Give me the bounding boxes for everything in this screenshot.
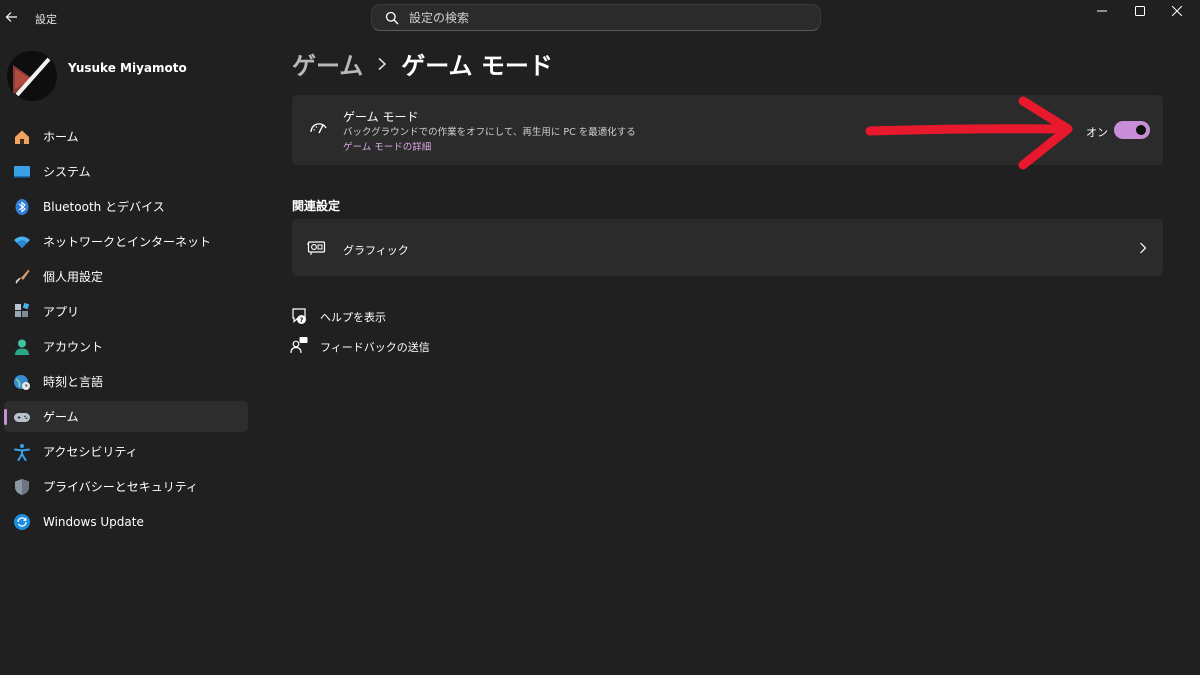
page-title: ゲーム モード (401, 52, 553, 80)
wifi-icon (13, 233, 31, 251)
sidebar-item-windows-update[interactable]: Windows Update (4, 506, 248, 537)
sidebar-item-label: 時刻と言語 (43, 375, 104, 389)
breadcrumb: ゲーム ゲーム モード (292, 46, 553, 81)
feedback-icon (290, 336, 308, 354)
minimize-icon (1097, 10, 1107, 12)
sidebar-item-label: アクセシビリティ (43, 445, 138, 459)
system-icon (13, 163, 31, 181)
sidebar-item-gaming[interactable]: ゲーム (4, 401, 248, 432)
selection-indicator (4, 409, 7, 425)
accessibility-icon (13, 443, 31, 461)
related-settings-heading: 関連設定 (292, 199, 341, 213)
bluetooth-icon (13, 198, 31, 216)
close-button[interactable] (1154, 0, 1200, 22)
close-icon (1172, 6, 1182, 16)
feedback-link[interactable]: フィードバックの送信 (320, 339, 430, 355)
search-input[interactable] (409, 10, 799, 25)
chevron-right-icon (377, 57, 387, 71)
search-icon (383, 9, 401, 27)
sidebar-item-label: システム (43, 165, 91, 179)
apps-icon (13, 302, 31, 321)
chevron-right-icon (1136, 240, 1150, 256)
avatar-image (7, 51, 57, 101)
sidebar-nav: ホーム システム Bluetooth とデバイス ネットワークとインターネット … (4, 121, 248, 541)
graphics-card[interactable] (292, 219, 1163, 276)
game-mode-details-link[interactable]: ゲーム モードの詳細 (343, 139, 431, 153)
globe-clock-icon (13, 373, 31, 391)
sidebar-item-time-language[interactable]: 時刻と言語 (4, 366, 248, 397)
sidebar-item-accounts[interactable]: アカウント (4, 331, 248, 362)
sidebar-item-label: ゲーム (43, 410, 79, 424)
help-link[interactable]: ヘルプを表示 (320, 309, 386, 325)
back-arrow-icon (5, 12, 17, 22)
game-mode-toggle[interactable] (1114, 121, 1150, 139)
sidebar-item-label: 個人用設定 (43, 270, 104, 284)
sidebar-item-label: アカウント (43, 340, 104, 354)
game-mode-title: ゲーム モード (343, 110, 419, 124)
breadcrumb-parent[interactable]: ゲーム (292, 46, 363, 81)
app-title: 設定 (35, 13, 57, 26)
update-icon (13, 513, 31, 531)
graphics-label: グラフィック (343, 244, 409, 257)
shield-icon (13, 478, 31, 496)
sidebar-item-label: プライバシーとセキュリティ (43, 480, 199, 494)
help-icon: ? (290, 307, 308, 325)
sidebar-item-personalization[interactable]: 個人用設定 (4, 261, 248, 292)
gamepad-icon (13, 408, 31, 426)
toggle-knob (1136, 125, 1146, 135)
home-icon (13, 128, 31, 146)
maximize-icon (1135, 6, 1145, 16)
sidebar-item-label: ホーム (43, 130, 79, 144)
avatar[interactable] (7, 51, 57, 101)
back-button[interactable] (0, 4, 24, 30)
sidebar-item-network[interactable]: ネットワークとインターネット (4, 226, 248, 257)
sidebar-item-label: Windows Update (43, 514, 144, 529)
sidebar-item-accessibility[interactable]: アクセシビリティ (4, 436, 248, 467)
speedometer-icon (309, 119, 329, 139)
annotation-arrow (865, 96, 1073, 170)
toggle-state-label: オン (1086, 126, 1108, 139)
svg-text:?: ? (300, 316, 304, 324)
sidebar-item-label: アプリ (43, 305, 80, 319)
brush-icon (13, 268, 31, 286)
account-icon (13, 338, 31, 356)
sidebar-item-apps[interactable]: アプリ (4, 296, 248, 327)
sidebar-item-system[interactable]: システム (4, 156, 248, 187)
sidebar-item-label: ネットワークとインターネット (43, 235, 212, 249)
sidebar-item-privacy[interactable]: プライバシーとセキュリティ (4, 471, 248, 502)
graphics-card-icon (307, 239, 327, 257)
user-name: Yusuke Miyamoto (68, 61, 187, 75)
sidebar-item-label: Bluetooth とデバイス (43, 200, 165, 214)
sidebar-item-bluetooth[interactable]: Bluetooth とデバイス (4, 191, 248, 222)
search-box[interactable] (371, 4, 821, 31)
game-mode-description: バックグラウンドでの作業をオフにして、再生用に PC を最適化する (343, 127, 636, 138)
sidebar-item-home[interactable]: ホーム (4, 121, 248, 152)
